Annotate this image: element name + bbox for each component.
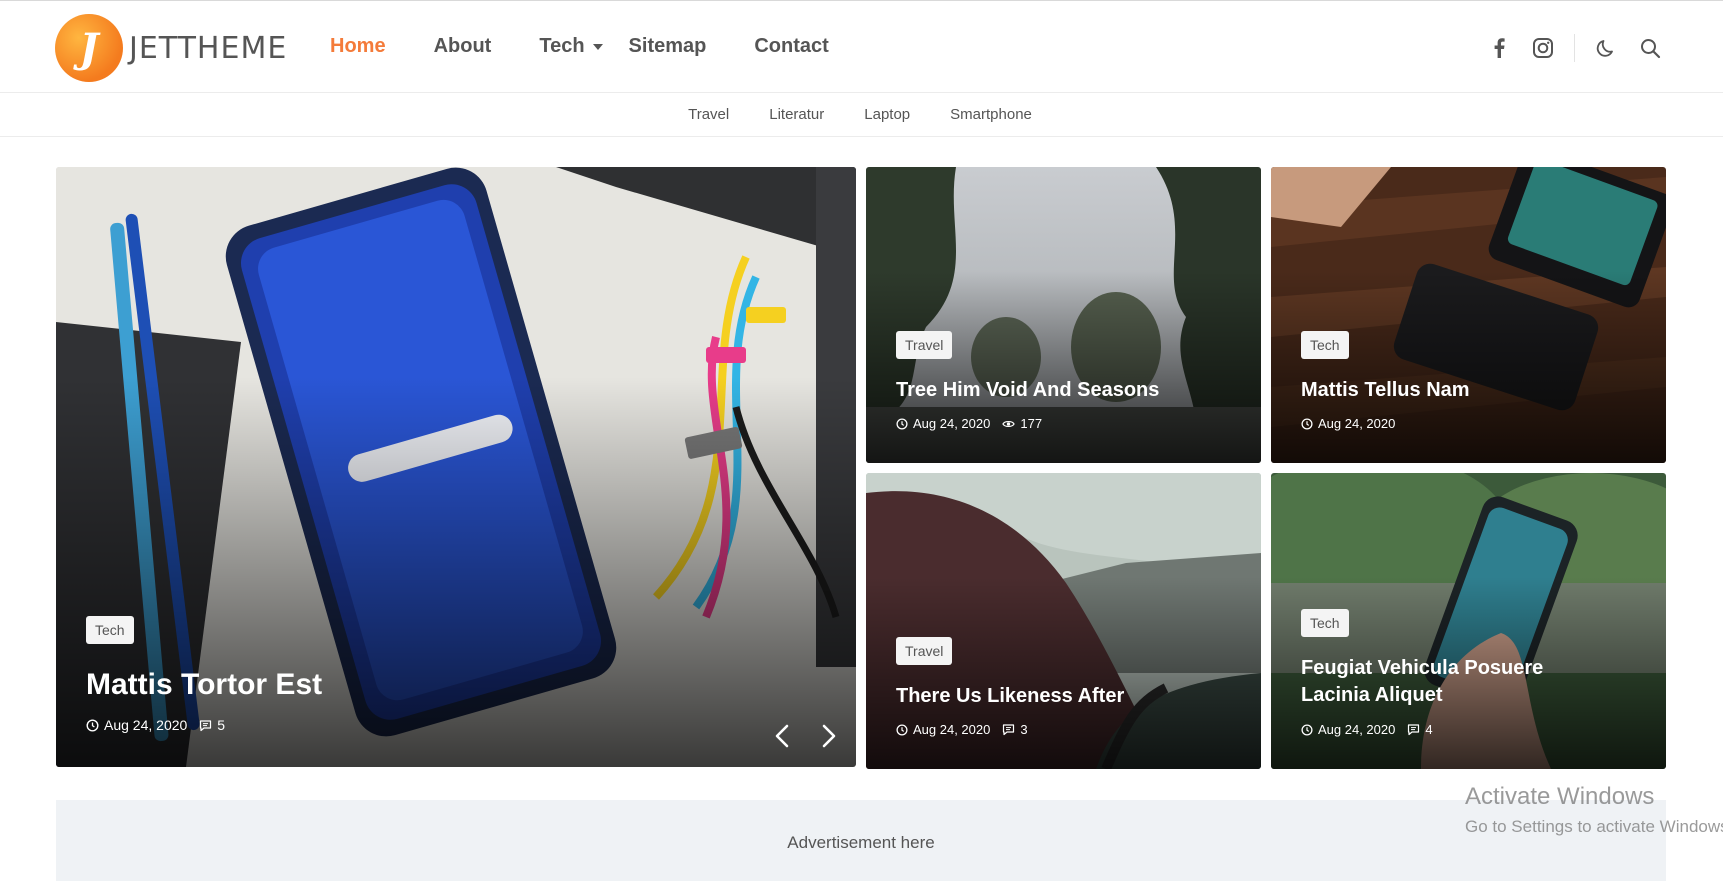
clock-icon — [86, 718, 99, 732]
site-logo[interactable]: J JETTHEME — [55, 14, 287, 82]
post-title-3[interactable]: There Us Likeness After — [896, 683, 1124, 710]
subnav-laptop[interactable]: Laptop — [864, 106, 910, 123]
advertisement-label: Advertisement here — [787, 833, 935, 852]
post-title-4-line2: Lacinia Aliquet — [1301, 684, 1443, 706]
header-icons — [1468, 34, 1663, 62]
eye-icon — [1002, 420, 1016, 427]
search-icon[interactable] — [1637, 35, 1663, 61]
site-header: J JETTHEME Home About Tech Sitemap Conta… — [0, 1, 1723, 93]
advertisement-area: Advertisement here — [56, 800, 1666, 881]
main-nav: Home About Tech Sitemap Contact — [330, 35, 877, 58]
featured-tag[interactable]: Tech — [86, 616, 134, 644]
comment-icon — [1408, 724, 1420, 736]
post-overlay-1 — [866, 270, 1261, 463]
post-tag-4[interactable]: Tech — [1301, 609, 1349, 637]
dark-mode-icon[interactable] — [1593, 35, 1619, 61]
post-title-4-line1: Feugiat Vehicula Posuere — [1301, 657, 1544, 679]
header-divider — [1574, 34, 1575, 62]
logo-text: JETTHEME — [129, 30, 288, 66]
nav-contact[interactable]: Contact — [754, 35, 828, 58]
post-date-4: Aug 24, 2020 — [1318, 722, 1396, 737]
featured-overlay — [56, 377, 856, 767]
nav-home[interactable]: Home — [330, 35, 386, 58]
featured-title[interactable]: Mattis Tortor Est — [86, 666, 322, 704]
featured-date: Aug 24, 2020 — [104, 717, 188, 733]
clock-icon — [1301, 417, 1313, 430]
chevron-down-icon — [592, 43, 603, 50]
subnav-literatur[interactable]: Literatur — [769, 106, 824, 123]
post-tag-3[interactable]: Travel — [896, 637, 953, 665]
post-title-4[interactable]: Feugiat Vehicula Posuere Lacinia Aliquet — [1301, 655, 1543, 709]
comment-icon — [200, 719, 212, 731]
post-card-3[interactable]: Travel There Us Likeness After Aug 24, 2… — [866, 473, 1261, 769]
comment-icon — [1003, 724, 1015, 736]
post-comments-3: 3 — [1020, 722, 1028, 737]
category-subnav: Travel Literatur Laptop Smartphone — [0, 93, 1723, 137]
watermark-line1: Activate Windows — [1465, 783, 1655, 810]
post-tag-1[interactable]: Travel — [896, 331, 953, 359]
post-date-2: Aug 24, 2020 — [1318, 416, 1396, 431]
slider-prev-button[interactable] — [773, 723, 791, 754]
clock-icon — [1301, 723, 1313, 736]
featured-comments: 5 — [217, 717, 226, 733]
subnav-travel[interactable]: Travel — [688, 106, 729, 123]
post-comments-4: 4 — [1425, 722, 1433, 737]
post-meta-1: Aug 24, 2020 177 — [896, 416, 1042, 431]
logo-mark: J — [55, 14, 123, 82]
post-card-1[interactable]: Travel Tree Him Void And Seasons Aug 24,… — [866, 167, 1261, 463]
facebook-icon[interactable] — [1486, 35, 1512, 61]
slider-next-button[interactable] — [820, 723, 838, 754]
post-meta-3: Aug 24, 2020 3 — [896, 722, 1028, 737]
post-tag-2[interactable]: Tech — [1301, 331, 1349, 359]
nav-about[interactable]: About — [434, 35, 492, 58]
windows-activation-watermark: Activate Windows Go to Settings to activ… — [1465, 783, 1723, 837]
chevron-right-icon — [822, 724, 836, 748]
post-overlay-3 — [866, 576, 1261, 769]
chevron-left-icon — [775, 724, 789, 748]
post-date-3: Aug 24, 2020 — [913, 722, 991, 737]
watermark-line2: Go to Settings to activate Windows. — [1465, 817, 1723, 836]
post-title-2[interactable]: Mattis Tellus Nam — [1301, 377, 1470, 404]
post-card-2[interactable]: Tech Mattis Tellus Nam Aug 24, 2020 — [1271, 167, 1666, 463]
clock-icon — [896, 723, 908, 736]
instagram-icon[interactable] — [1530, 35, 1556, 61]
featured-slide[interactable]: Tech Mattis Tortor Est Aug 24, 2020 5 — [56, 167, 856, 767]
post-title-1[interactable]: Tree Him Void And Seasons — [896, 377, 1159, 404]
post-meta-4: Aug 24, 2020 4 — [1301, 722, 1433, 737]
clock-icon — [896, 417, 908, 430]
post-meta-2: Aug 24, 2020 — [1301, 416, 1395, 431]
nav-tech-label: Tech — [539, 35, 585, 57]
post-overlay-2 — [1271, 270, 1666, 463]
featured-meta: Aug 24, 2020 5 — [86, 717, 225, 733]
nav-tech[interactable]: Tech — [539, 35, 603, 58]
post-card-4[interactable]: Tech Feugiat Vehicula Posuere Lacinia Al… — [1271, 473, 1666, 769]
post-views-1: 177 — [1020, 416, 1043, 431]
nav-sitemap[interactable]: Sitemap — [629, 35, 707, 58]
post-date-1: Aug 24, 2020 — [913, 416, 991, 431]
subnav-smartphone[interactable]: Smartphone — [950, 106, 1032, 123]
